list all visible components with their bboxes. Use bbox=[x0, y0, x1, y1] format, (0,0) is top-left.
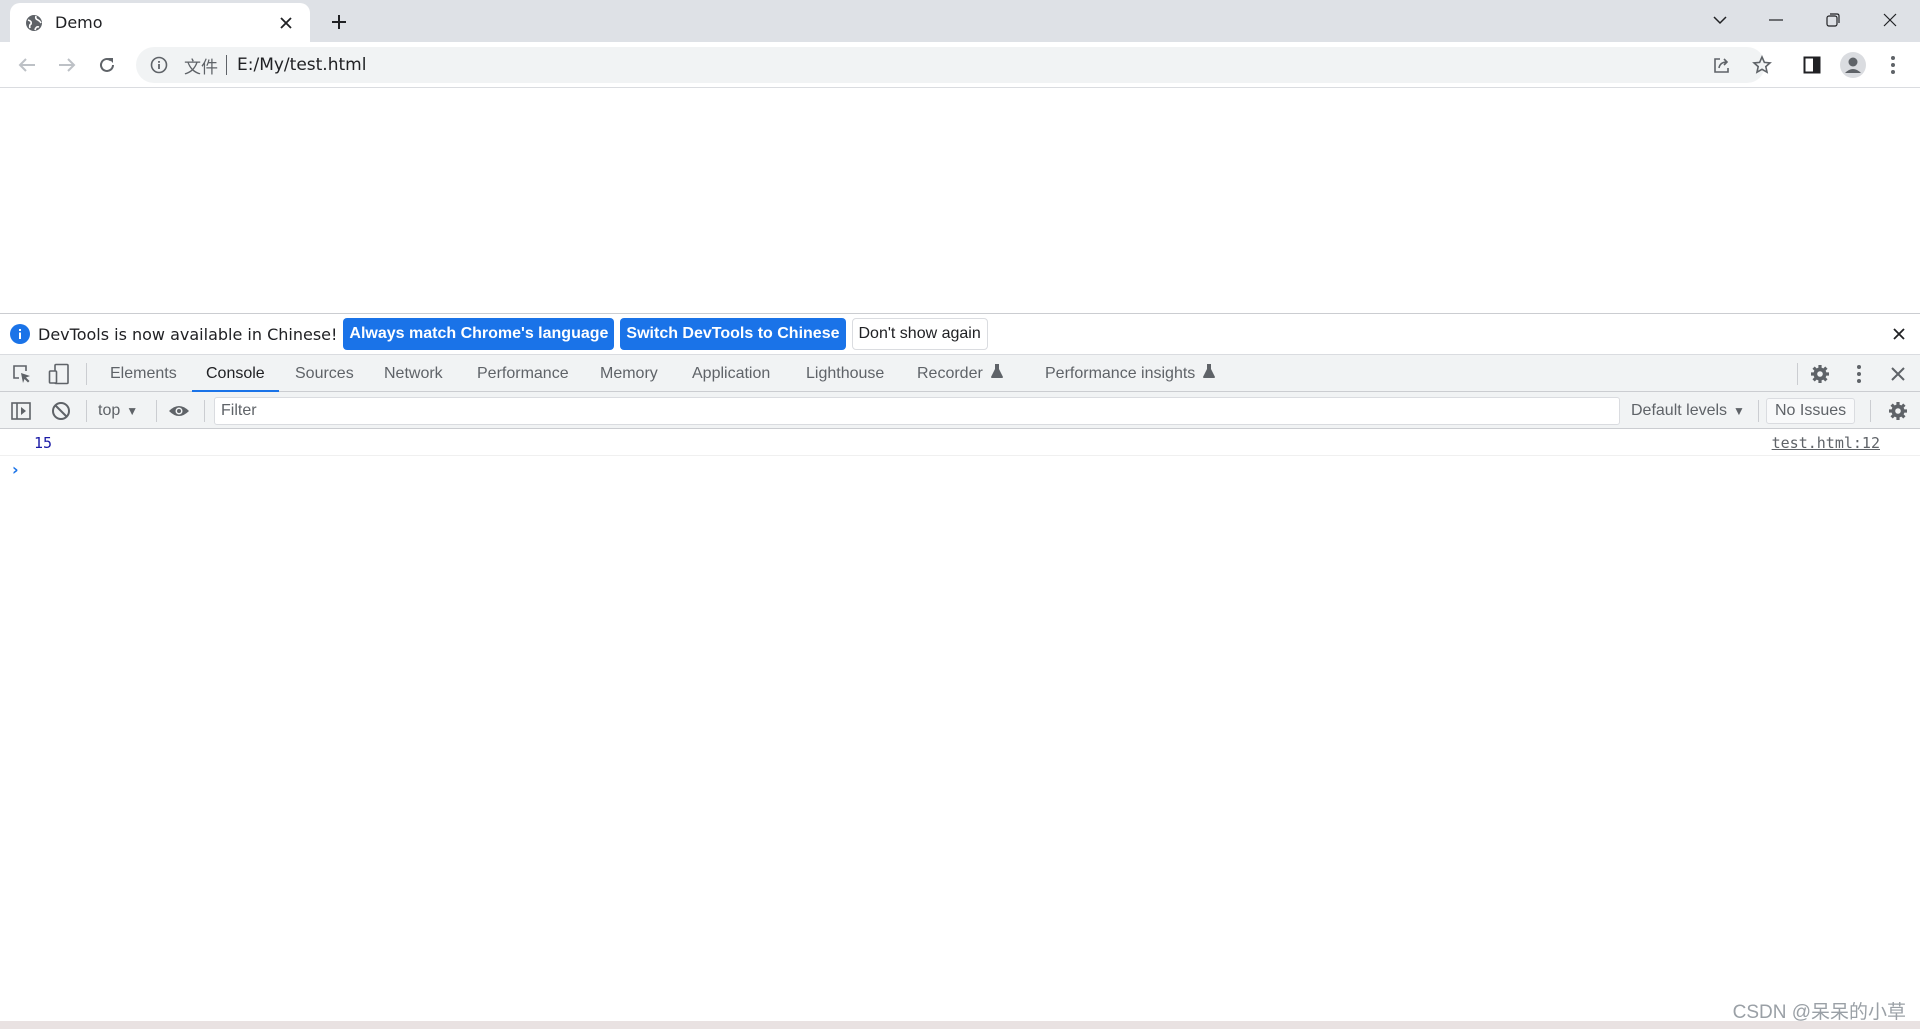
clear-console-icon[interactable] bbox=[49, 399, 73, 423]
forward-arrow-icon[interactable] bbox=[51, 49, 83, 81]
experimental-flask-icon bbox=[990, 364, 1003, 383]
caret-down-icon: ▼ bbox=[1733, 404, 1745, 418]
live-expression-eye-icon[interactable] bbox=[167, 399, 191, 423]
switch-to-chinese-button[interactable]: Switch DevTools to Chinese bbox=[620, 318, 846, 350]
toolbar-divider bbox=[1758, 400, 1759, 422]
dont-show-again-button[interactable]: Don't show again bbox=[851, 318, 988, 350]
browser-toolbar: 文件 E:/My/test.html bbox=[0, 42, 1920, 88]
issues-counter-button[interactable]: No Issues bbox=[1766, 398, 1856, 424]
browser-menu-icon[interactable] bbox=[1877, 49, 1909, 81]
tab-elements[interactable]: Elements bbox=[110, 355, 177, 392]
infobar-message: DevTools is now available in Chinese! bbox=[38, 324, 338, 344]
taskbar-edge bbox=[0, 1021, 1920, 1029]
back-arrow-icon[interactable] bbox=[11, 49, 43, 81]
share-icon[interactable] bbox=[1704, 47, 1740, 83]
profile-avatar-icon[interactable] bbox=[1837, 49, 1869, 81]
console-prompt-chevron-icon[interactable]: › bbox=[12, 460, 19, 479]
toolbar-divider bbox=[86, 363, 87, 385]
experimental-flask-icon bbox=[1203, 364, 1216, 383]
caret-down-icon: ▼ bbox=[126, 404, 139, 418]
devtools-tab-bar: Elements Console Sources Network Perform… bbox=[0, 355, 1920, 392]
side-panel-icon[interactable] bbox=[1796, 49, 1828, 81]
url-text[interactable]: E:/My/test.html bbox=[237, 55, 366, 75]
minimize-icon[interactable] bbox=[1748, 0, 1804, 40]
tab-performance[interactable]: Performance bbox=[477, 355, 569, 392]
devtools-close-icon[interactable] bbox=[1886, 362, 1910, 386]
tab-recorder[interactable]: Recorder bbox=[917, 355, 1003, 392]
settings-gear-icon[interactable] bbox=[1808, 362, 1832, 386]
toolbar-divider bbox=[86, 400, 87, 422]
device-toolbar-icon[interactable] bbox=[47, 362, 71, 386]
toolbar-divider bbox=[156, 400, 157, 422]
tab-console[interactable]: Console bbox=[192, 355, 279, 392]
omnibox-separator bbox=[226, 55, 227, 75]
toolbar-divider bbox=[1870, 400, 1871, 422]
reload-icon[interactable] bbox=[91, 49, 123, 81]
infobar-close-icon[interactable] bbox=[1890, 325, 1908, 343]
restore-icon[interactable] bbox=[1805, 0, 1861, 40]
inspect-element-icon[interactable] bbox=[10, 362, 34, 386]
always-match-language-button[interactable]: Always match Chrome's language bbox=[343, 318, 615, 350]
scheme-label: 文件 bbox=[184, 57, 218, 78]
tab-application[interactable]: Application bbox=[692, 355, 770, 392]
toolbar-divider bbox=[1797, 363, 1798, 385]
info-icon bbox=[10, 324, 30, 344]
tab-network[interactable]: Network bbox=[384, 355, 443, 392]
levels-label: Default levels bbox=[1631, 402, 1728, 419]
log-levels-dropdown[interactable]: Default levels ▼ bbox=[1631, 399, 1745, 423]
console-toolbar: top ▼ Default levels ▼ No Issues bbox=[0, 392, 1920, 429]
console-filter-field[interactable] bbox=[214, 397, 1620, 425]
bookmark-star-icon[interactable] bbox=[1744, 47, 1780, 83]
show-sidebar-icon[interactable] bbox=[9, 399, 33, 423]
tab-lighthouse[interactable]: Lighthouse bbox=[806, 355, 884, 392]
console-value: 15 bbox=[34, 434, 53, 452]
console-message-row: 15 test.html:12 bbox=[0, 430, 1920, 456]
tab-sources[interactable]: Sources bbox=[295, 355, 354, 392]
tab-memory[interactable]: Memory bbox=[600, 355, 658, 392]
new-tab-icon[interactable] bbox=[326, 9, 352, 35]
tab-title: Demo bbox=[55, 13, 103, 32]
devtools-menu-icon[interactable] bbox=[1847, 362, 1871, 386]
context-value: top bbox=[98, 402, 121, 419]
devtools-language-infobar: DevTools is now available in Chinese! Al… bbox=[0, 313, 1920, 355]
tab-close-icon[interactable] bbox=[276, 13, 296, 33]
browser-tab[interactable]: Demo bbox=[10, 3, 310, 42]
site-info-icon[interactable] bbox=[150, 56, 168, 74]
address-bar[interactable]: 文件 E:/My/test.html bbox=[136, 47, 1765, 83]
window-close-icon[interactable] bbox=[1862, 0, 1918, 40]
source-link[interactable]: test.html:12 bbox=[1772, 434, 1880, 452]
toolbar-divider bbox=[204, 400, 205, 422]
console-filter-input[interactable] bbox=[221, 402, 1619, 420]
globe-icon bbox=[25, 14, 43, 32]
watermark: CSDN @呆呆的小草 bbox=[1732, 1002, 1906, 1023]
context-selector[interactable]: top ▼ bbox=[98, 399, 138, 423]
tab-performance-insights[interactable]: Performance insights bbox=[1045, 355, 1216, 392]
console-settings-gear-icon[interactable] bbox=[1886, 399, 1910, 423]
tab-search-chevron-icon[interactable] bbox=[1692, 0, 1748, 40]
tab-strip: Demo bbox=[0, 0, 1920, 42]
